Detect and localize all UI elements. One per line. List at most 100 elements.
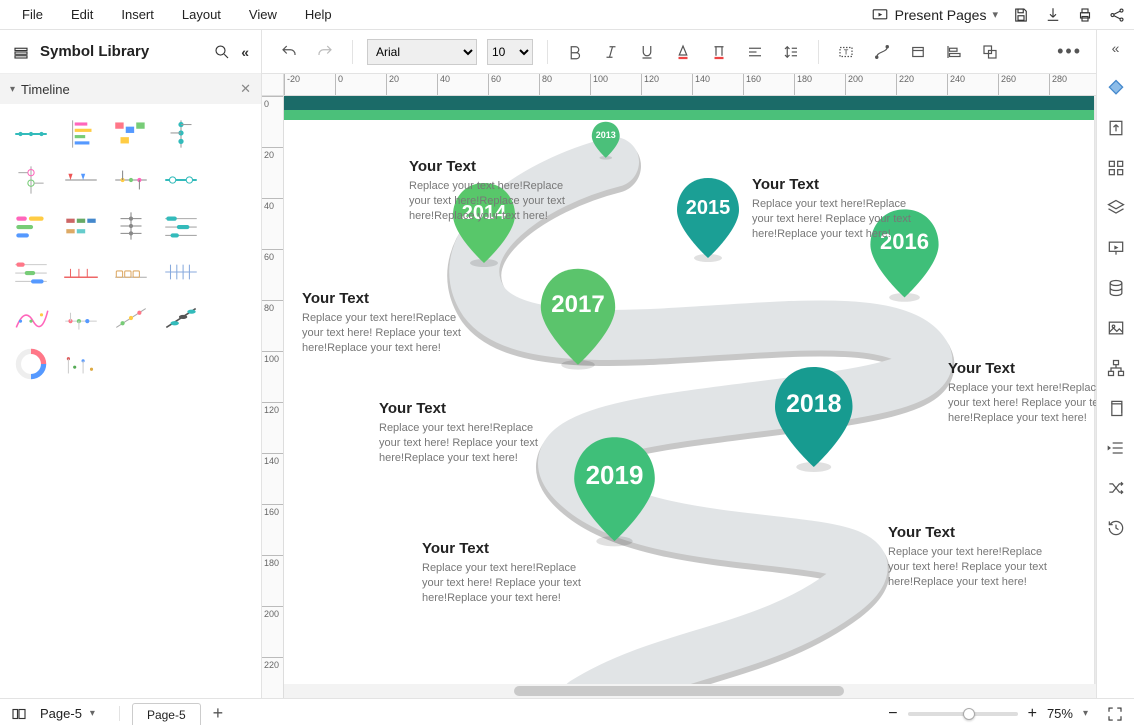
text-block[interactable]: Your TextReplace your text here!Replace … [888,524,1058,590]
expand-panel-icon[interactable]: « [1104,36,1128,60]
shape-thumb[interactable] [158,160,204,200]
container-button[interactable] [905,39,931,65]
align-objects-button[interactable] [941,39,967,65]
shape-thumb[interactable] [8,344,54,384]
text-block[interactable]: Your TextReplace your text here!Replace … [948,360,1096,426]
shuffle-icon[interactable] [1104,476,1128,500]
font-size-select[interactable]: 10 [487,39,533,65]
work-area: Arial 10 T ••• -200204060801001201401601… [262,30,1096,698]
ruler-tick: -20 [284,74,300,95]
image-icon[interactable] [1104,316,1128,340]
zoom-slider[interactable] [908,712,1018,716]
shape-thumb[interactable] [158,114,204,154]
shape-thumb[interactable] [58,160,104,200]
duplicate-icon[interactable] [1104,396,1128,420]
shape-thumb[interactable] [58,344,104,384]
fullscreen-icon[interactable] [1106,705,1124,723]
sitemap-icon[interactable] [1104,356,1128,380]
timeline-pin-2015[interactable]: 2015 [673,174,743,267]
shape-thumb[interactable] [58,298,104,338]
text-block-title: Your Text [752,176,922,193]
save-icon[interactable] [1012,6,1030,24]
font-select[interactable]: Arial [367,39,477,65]
page[interactable]: 2013 2014 2015 2016 2017 2018 2019 Your … [284,96,1094,698]
page-select[interactable]: Page-5 ▾ [40,706,120,721]
text-block[interactable]: Your TextReplace your text here!Replace … [379,400,549,466]
section-title: Timeline [21,82,70,97]
redo-button[interactable] [312,39,338,65]
connector-button[interactable] [869,39,895,65]
layers-icon[interactable] [1104,196,1128,220]
shape-thumb[interactable] [158,298,204,338]
timeline-pin-2017[interactable]: 2017 [536,264,620,375]
print-icon[interactable] [1076,6,1094,24]
share-icon[interactable] [1108,6,1126,24]
indent-icon[interactable] [1104,436,1128,460]
search-icon[interactable] [213,43,231,61]
shape-thumb[interactable] [158,206,204,246]
menu-edit[interactable]: Edit [57,3,107,26]
shape-thumb[interactable] [58,206,104,246]
present-pages-button[interactable]: Present Pages ▾ [871,6,998,24]
italic-button[interactable] [598,39,624,65]
line-spacing-button[interactable] [778,39,804,65]
canvas-scroll[interactable]: 2013 2014 2015 2016 2017 2018 2019 Your … [284,96,1096,698]
font-color-button[interactable] [670,39,696,65]
text-block[interactable]: Your TextReplace your text here!Replace … [409,158,579,224]
bold-button[interactable] [562,39,588,65]
menu-layout[interactable]: Layout [168,3,235,26]
ruler-tick: 80 [262,300,283,313]
export-icon[interactable] [1104,116,1128,140]
highlight-button[interactable] [706,39,732,65]
text-block[interactable]: Your TextReplace your text here!Replace … [752,176,922,242]
shape-thumb[interactable] [108,298,154,338]
data-icon[interactable] [1104,276,1128,300]
shape-thumb[interactable] [8,160,54,200]
fill-tool-icon[interactable] [1104,76,1128,100]
grid-icon[interactable] [1104,156,1128,180]
text-block[interactable]: Your TextReplace your text here!Replace … [422,540,592,606]
underline-button[interactable] [634,39,660,65]
zoom-value: 75% [1047,706,1073,721]
shape-thumb[interactable] [108,160,154,200]
text-block[interactable]: Your TextReplace your text here!Replace … [302,290,472,356]
timeline-pin-2013[interactable]: 2013 [590,120,622,164]
shape-thumb[interactable] [108,114,154,154]
group-button[interactable] [977,39,1003,65]
menu-insert[interactable]: Insert [107,3,168,26]
zoom-out-button[interactable]: − [888,705,897,723]
shape-thumb[interactable] [8,252,54,292]
zoom-in-button[interactable]: + [1028,705,1037,723]
shape-thumb[interactable] [8,206,54,246]
collapse-panel-icon[interactable]: « [241,44,249,60]
menu-view[interactable]: View [235,3,291,26]
shape-thumb[interactable] [8,114,54,154]
menu-help[interactable]: Help [291,3,346,26]
horizontal-scrollbar[interactable] [284,684,1096,698]
menu-file[interactable]: File [8,3,57,26]
chevron-down-icon[interactable]: ▾ [1083,708,1088,719]
page-tab[interactable]: Page-5 [132,703,201,725]
presentation-icon[interactable] [1104,236,1128,260]
shape-thumb[interactable] [58,114,104,154]
timeline-pin-2019[interactable]: 2019 [569,432,660,552]
history-icon[interactable] [1104,516,1128,540]
download-icon[interactable] [1044,6,1062,24]
timeline-pin-2018[interactable]: 2018 [770,362,858,478]
close-section-icon[interactable]: ✕ [240,81,251,97]
undo-button[interactable] [276,39,302,65]
text-block-title: Your Text [422,540,592,557]
align-button[interactable] [742,39,768,65]
pages-panel-icon[interactable] [10,705,28,723]
section-timeline-header[interactable]: ▾ Timeline ✕ [0,74,261,104]
text-block-body: Replace your text here!Replace your text… [409,179,579,224]
more-tools-button[interactable]: ••• [1057,41,1082,62]
shape-thumb[interactable] [108,252,154,292]
text-box-button[interactable]: T [833,39,859,65]
shape-thumb[interactable] [158,252,204,292]
add-page-button[interactable]: + [213,703,224,724]
shape-thumb[interactable] [58,252,104,292]
shape-thumb[interactable] [108,206,154,246]
ruler-tick: 140 [692,74,710,95]
shape-thumb[interactable] [8,298,54,338]
